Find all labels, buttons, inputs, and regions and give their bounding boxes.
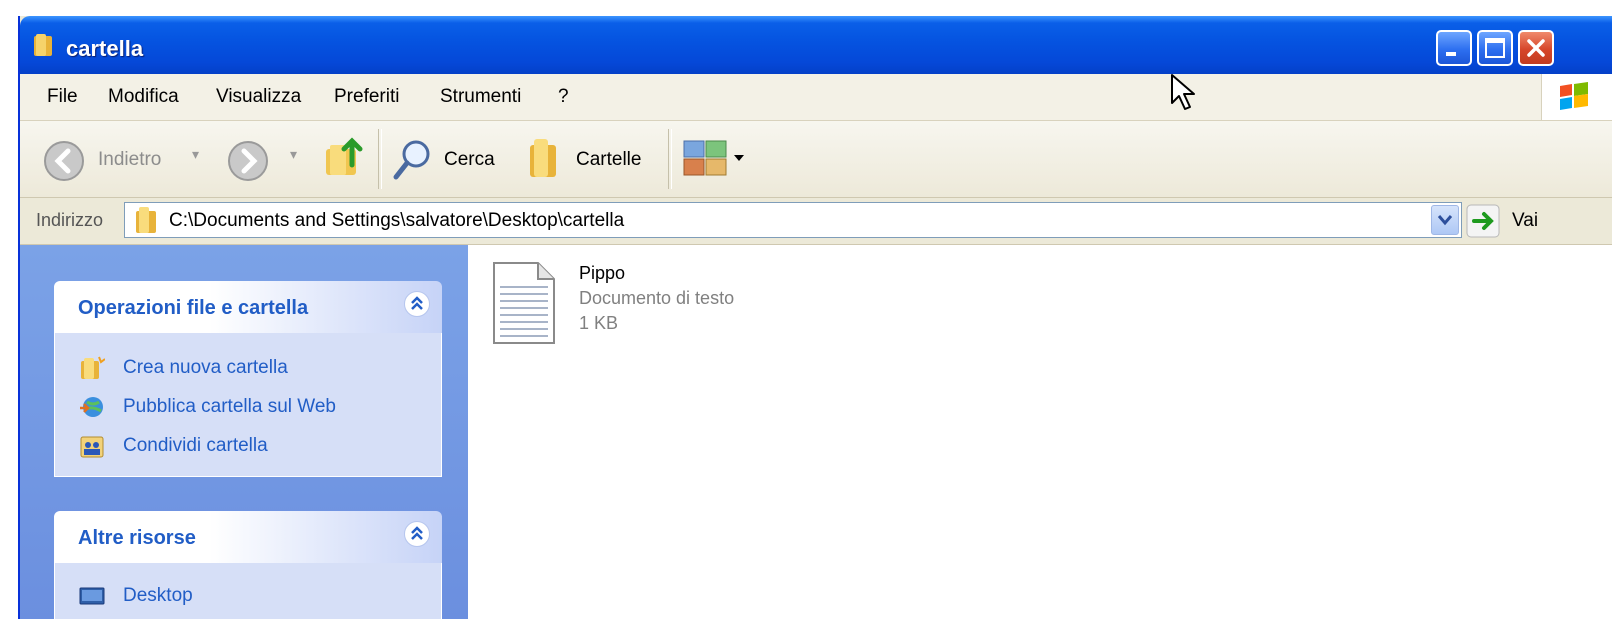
menu-help[interactable]: ? [558, 86, 569, 108]
maximize-button[interactable] [1477, 30, 1513, 66]
double-chevron-up-icon [411, 296, 423, 310]
share-folder-icon [80, 436, 104, 458]
go-button[interactable] [1466, 204, 1500, 238]
maximize-icon [1485, 38, 1505, 58]
task-label: Condividi cartella [123, 435, 268, 456]
file-folder-tasks-panel: Operazioni file e cartella Crea nuova ca… [54, 281, 442, 477]
back-label: Indietro [98, 149, 162, 170]
title-bar[interactable]: cartella [20, 16, 1612, 74]
menu-preferiti[interactable]: Preferiti [334, 86, 399, 108]
address-label: Indirizzo [36, 210, 104, 230]
go-arrow-icon [1466, 204, 1500, 238]
panel-header[interactable]: Altre risorse [54, 511, 442, 563]
publish-web-icon [80, 397, 103, 417]
task-publish-web[interactable]: Pubblica cartella sul Web [55, 388, 441, 427]
minimize-icon [1446, 52, 1456, 56]
search-button[interactable]: Cerca [392, 137, 512, 181]
search-label: Cerca [444, 149, 495, 170]
file-size: 1 KB [579, 313, 619, 333]
task-new-folder[interactable]: Crea nuova cartella [55, 349, 441, 388]
address-path: C:\Documents and Settings\salvatore\Desk… [169, 210, 625, 231]
menu-bar: File Modifica Visualizza Preferiti Strum… [20, 74, 1612, 121]
minimize-button[interactable] [1436, 30, 1472, 66]
close-icon [1527, 39, 1545, 57]
folders-button[interactable]: Cartelle [524, 135, 660, 183]
panel-title: Altre risorse [78, 527, 196, 549]
back-button[interactable]: Indietro ▾ [42, 139, 202, 181]
toolbar: Indietro ▾ ▾ Cerca Cartelle [20, 121, 1612, 198]
views-icon [683, 140, 744, 176]
windows-logo [1541, 74, 1612, 120]
file-type: Documento di testo [579, 288, 735, 308]
toolbar-separator [668, 129, 672, 189]
toolbar-separator [378, 129, 382, 189]
search-icon [393, 140, 430, 180]
forward-dropdown-icon: ▾ [290, 147, 298, 163]
desktop-icon [79, 587, 105, 605]
text-document-icon [493, 262, 555, 344]
address-input[interactable]: C:\Documents and Settings\salvatore\Desk… [124, 202, 1462, 238]
back-dropdown-icon: ▾ [192, 147, 200, 163]
file-list[interactable]: Pippo Documento di testo 1 KB [468, 245, 1612, 619]
windows-flag-icon [1560, 82, 1588, 110]
explorer-window: cartella File Modifica Visualizza Prefer… [18, 16, 1612, 619]
task-share-folder[interactable]: Condividi cartella [55, 427, 441, 466]
task-label: Desktop [123, 585, 193, 606]
folders-label: Cartelle [576, 149, 642, 170]
forward-button[interactable]: ▾ [226, 139, 306, 181]
file-name: Pippo [579, 263, 626, 283]
folders-icon [530, 139, 556, 177]
close-button[interactable] [1518, 30, 1554, 66]
place-desktop[interactable]: Desktop [55, 577, 441, 616]
menu-file[interactable]: File [47, 86, 78, 108]
other-places-panel: Altre risorse Desktop [54, 511, 442, 619]
folder-icon [136, 207, 156, 233]
collapse-button[interactable] [404, 291, 430, 317]
task-label: Pubblica cartella sul Web [123, 396, 336, 417]
folder-up-icon [326, 137, 363, 175]
go-label[interactable]: Vai [1512, 210, 1538, 232]
address-dropdown-button[interactable] [1431, 205, 1459, 235]
chevron-down-icon [1437, 215, 1453, 226]
menu-strumenti[interactable]: Strumenti [440, 86, 521, 108]
address-bar: Indirizzo C:\Documents and Settings\salv… [20, 198, 1612, 245]
mouse-cursor-icon [1171, 74, 1195, 110]
file-item[interactable]: Pippo Documento di testo 1 KB [468, 245, 808, 365]
new-folder-icon [81, 356, 105, 379]
panel-body: Crea nuova cartella Pubblica cartella su… [54, 333, 442, 477]
menu-visualizza[interactable]: Visualizza [216, 86, 301, 108]
double-chevron-up-icon [411, 526, 423, 540]
up-button[interactable] [318, 135, 366, 183]
collapse-button[interactable] [404, 521, 430, 547]
task-pane: Operazioni file e cartella Crea nuova ca… [20, 245, 468, 619]
task-label: Crea nuova cartella [123, 357, 288, 378]
views-button[interactable] [682, 139, 752, 183]
panel-title: Operazioni file e cartella [78, 297, 309, 319]
folder-icon [34, 34, 52, 56]
window-title: cartella [66, 36, 144, 61]
back-arrow-icon [44, 141, 84, 181]
menu-modifica[interactable]: Modifica [108, 86, 179, 108]
panel-header[interactable]: Operazioni file e cartella [54, 281, 442, 333]
panel-body: Desktop [54, 563, 442, 619]
forward-arrow-icon [228, 141, 268, 181]
